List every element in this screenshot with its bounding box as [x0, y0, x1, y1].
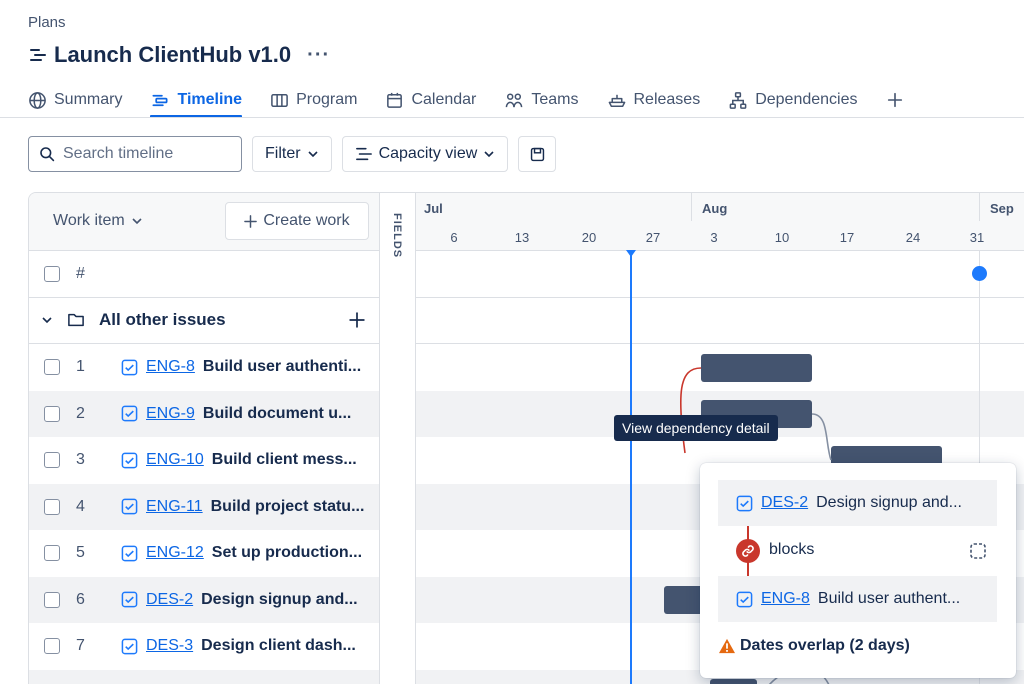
add-tab-button[interactable]: [886, 84, 904, 116]
capacity-label: Capacity view: [378, 145, 478, 162]
timeline-toolbar: Filter Capacity view: [28, 136, 557, 172]
dependency-tooltip: View dependency detail: [614, 415, 778, 441]
tab-calendar[interactable]: Calendar: [385, 84, 476, 116]
tabs-divider: [0, 117, 1024, 118]
search-input[interactable]: [63, 145, 223, 163]
ship-icon: [607, 91, 627, 110]
task-icon: [736, 495, 753, 512]
tab-timeline[interactable]: Timeline: [150, 84, 243, 118]
more-actions-button[interactable]: ···: [307, 44, 330, 67]
filter-label: Filter: [265, 145, 301, 162]
tab-releases[interactable]: Releases: [607, 84, 701, 116]
capacity-icon: [355, 146, 373, 162]
capacity-view-button[interactable]: Capacity view: [341, 136, 509, 172]
columns-icon: [270, 91, 289, 110]
plan-tabs: Summary Timeline Program Calendar Teams …: [28, 84, 932, 118]
tab-program[interactable]: Program: [270, 84, 357, 116]
warning-icon: [718, 638, 736, 654]
issue-key-link[interactable]: DES-2: [761, 494, 808, 512]
plus-icon: [886, 91, 904, 109]
search-icon: [39, 146, 55, 162]
search-box[interactable]: [28, 136, 242, 172]
release-marker[interactable]: [972, 266, 987, 281]
issue-summary: Build user authent...: [817, 590, 961, 607]
tab-label: Teams: [531, 91, 579, 108]
breadcrumb[interactable]: Plans: [28, 14, 66, 31]
today-line: [630, 251, 632, 684]
unlink-icon[interactable]: [968, 541, 988, 561]
tab-label: Releases: [633, 91, 701, 108]
tab-dependencies[interactable]: Dependencies: [728, 84, 858, 116]
overlap-warning: Dates overlap (2 days): [718, 637, 910, 655]
tab-label: Timeline: [177, 91, 243, 108]
dependency-to-item[interactable]: ENG-8 Build user authent...: [718, 576, 997, 622]
tab-teams[interactable]: Teams: [504, 84, 579, 116]
timeline-icon: [150, 91, 170, 110]
dependency-line: [811, 413, 832, 461]
page-title: Launch ClientHub v1.0: [54, 42, 292, 67]
dependency-detail-popup: DES-2 Design signup and... blocks ENG-8 …: [700, 463, 1016, 678]
chevron-down-icon: [483, 148, 495, 160]
globe-icon: [28, 91, 47, 110]
issue-summary: Design signup and...: [816, 494, 962, 511]
dependency-relation: blocks: [769, 541, 815, 558]
warning-text: Dates overlap (2 days): [740, 637, 910, 654]
save-icon: [529, 146, 546, 163]
calendar-icon: [385, 91, 404, 110]
today-marker-icon: [626, 250, 636, 257]
chevron-down-icon: [307, 148, 319, 160]
hierarchy-icon: [728, 91, 748, 110]
dependency-from-item[interactable]: DES-2 Design signup and...: [718, 480, 997, 526]
task-icon: [736, 591, 753, 608]
people-icon: [504, 91, 524, 110]
save-view-button[interactable]: [518, 136, 557, 172]
issue-key-link[interactable]: ENG-8: [761, 590, 810, 608]
plan-title-row: Launch ClientHub v1.0 ···: [28, 42, 330, 68]
tab-label: Dependencies: [755, 91, 858, 108]
tab-label: Calendar: [411, 91, 477, 108]
plan-icon: [28, 45, 48, 65]
tab-label: Summary: [54, 91, 123, 108]
tab-summary[interactable]: Summary: [28, 84, 122, 116]
tab-label: Program: [296, 91, 358, 108]
filter-button[interactable]: Filter: [252, 136, 332, 172]
link-icon: [736, 539, 760, 563]
